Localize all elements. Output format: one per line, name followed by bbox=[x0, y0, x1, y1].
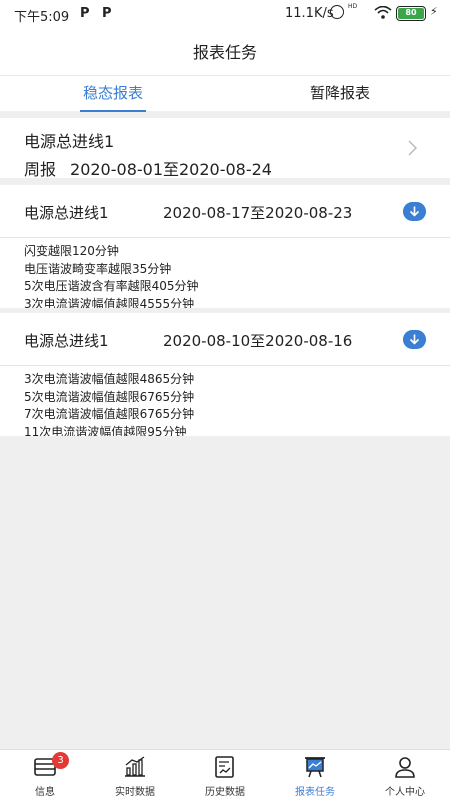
status-time: 下午5:09 bbox=[14, 10, 70, 25]
nav-label: 报表任务 bbox=[295, 787, 335, 798]
hd-label: HD bbox=[348, 3, 358, 10]
report-detail-item: 3次电流谐波幅值越限4555分钟 bbox=[24, 296, 195, 309]
network-speed: 11.1K/s bbox=[285, 6, 334, 21]
nav-item-history[interactable]: 历史数据 bbox=[180, 750, 270, 800]
report-detail-item: 闪变越限120分钟 bbox=[24, 244, 119, 258]
nav-label: 个人中心 bbox=[385, 787, 425, 798]
report-line-name: 电源总进线1 bbox=[24, 204, 109, 222]
nav-label: 信息 bbox=[35, 787, 55, 798]
page-title: 报表任务 bbox=[0, 30, 450, 75]
notification-p-icon: P bbox=[80, 6, 90, 21]
report-detail-item: 7次电流谐波幅值越限6765分钟 bbox=[24, 407, 195, 421]
realtime-chart-icon bbox=[125, 756, 145, 777]
report-detail-item: 电压谐波畸变率越限35分钟 bbox=[24, 261, 172, 276]
download-icon[interactable] bbox=[403, 202, 426, 221]
status-bar: 下午5:09 P P 11.1K/s HD 80 ⚡ bbox=[0, 0, 450, 30]
nav-item-profile[interactable]: 个人中心 bbox=[360, 750, 450, 800]
nav-label: 历史数据 bbox=[205, 787, 245, 798]
nav-item-info[interactable]: 3 信息 bbox=[0, 750, 90, 800]
report-details: 3次电流谐波幅值越限4865分钟 5次电流谐波幅值越限6765分钟 7次电流谐波… bbox=[0, 366, 450, 436]
nav-label: 实时数据 bbox=[115, 787, 155, 798]
report-detail-item: 11次电流谐波幅值越限95分钟 bbox=[24, 424, 187, 437]
nav-item-report-task[interactable]: 报表任务 bbox=[270, 750, 360, 800]
alarm-icon bbox=[330, 5, 344, 19]
unread-badge: 3 bbox=[52, 752, 69, 769]
summary-report-type: 周报 bbox=[24, 160, 57, 179]
report-detail-item: 3次电流谐波幅值越限4865分钟 bbox=[24, 372, 195, 386]
report-date-range: 2020-08-17至2020-08-23 bbox=[163, 204, 353, 222]
report-detail-item: 5次电压谐波含有率越限405分钟 bbox=[24, 279, 199, 293]
tab-sag-report[interactable]: 暂降报表 bbox=[305, 76, 375, 112]
chevron-right-icon[interactable] bbox=[408, 140, 418, 156]
history-data-icon bbox=[215, 756, 234, 778]
report-summary-card[interactable]: 电源总进线1 周报 2020-08-01至2020-08-24 bbox=[0, 118, 450, 179]
nav-item-realtime[interactable]: 实时数据 bbox=[90, 750, 180, 800]
wifi-icon bbox=[374, 6, 392, 19]
report-detail-item: 5次电流谐波幅值越限6765分钟 bbox=[24, 389, 195, 404]
tab-steady-report[interactable]: 稳态报表 bbox=[80, 76, 146, 112]
report-card: 电源总进线1 2020-08-17至2020-08-23 闪变越限120分钟 电… bbox=[0, 185, 450, 308]
summary-line-name: 电源总进线1 bbox=[24, 132, 115, 151]
report-card-header: 电源总进线1 2020-08-17至2020-08-23 bbox=[0, 185, 450, 238]
report-card: 电源总进线1 2020-08-10至2020-08-16 3次电流谐波幅值越限4… bbox=[0, 313, 450, 436]
notification-p-icon: P bbox=[102, 6, 112, 21]
report-date-range: 2020-08-10至2020-08-16 bbox=[163, 332, 353, 350]
report-card-header: 电源总进线1 2020-08-10至2020-08-16 bbox=[0, 313, 450, 366]
battery-icon: 80 bbox=[396, 6, 426, 21]
report-tabs: 稳态报表 暂降报表 bbox=[0, 75, 450, 112]
charging-icon: ⚡ bbox=[430, 5, 438, 18]
download-icon[interactable] bbox=[403, 330, 426, 349]
battery-level: 80 bbox=[398, 8, 424, 19]
report-board-icon bbox=[305, 757, 325, 778]
bottom-nav: 3 信息 实时数据 历史数据 报表任务 个人中心 bbox=[0, 749, 450, 800]
report-line-name: 电源总进线1 bbox=[24, 332, 109, 350]
report-details: 闪变越限120分钟 电压谐波畸变率越限35分钟 5次电压谐波含有率越限405分钟… bbox=[0, 238, 450, 308]
summary-date-range: 2020-08-01至2020-08-24 bbox=[70, 160, 272, 179]
person-icon bbox=[395, 757, 415, 778]
